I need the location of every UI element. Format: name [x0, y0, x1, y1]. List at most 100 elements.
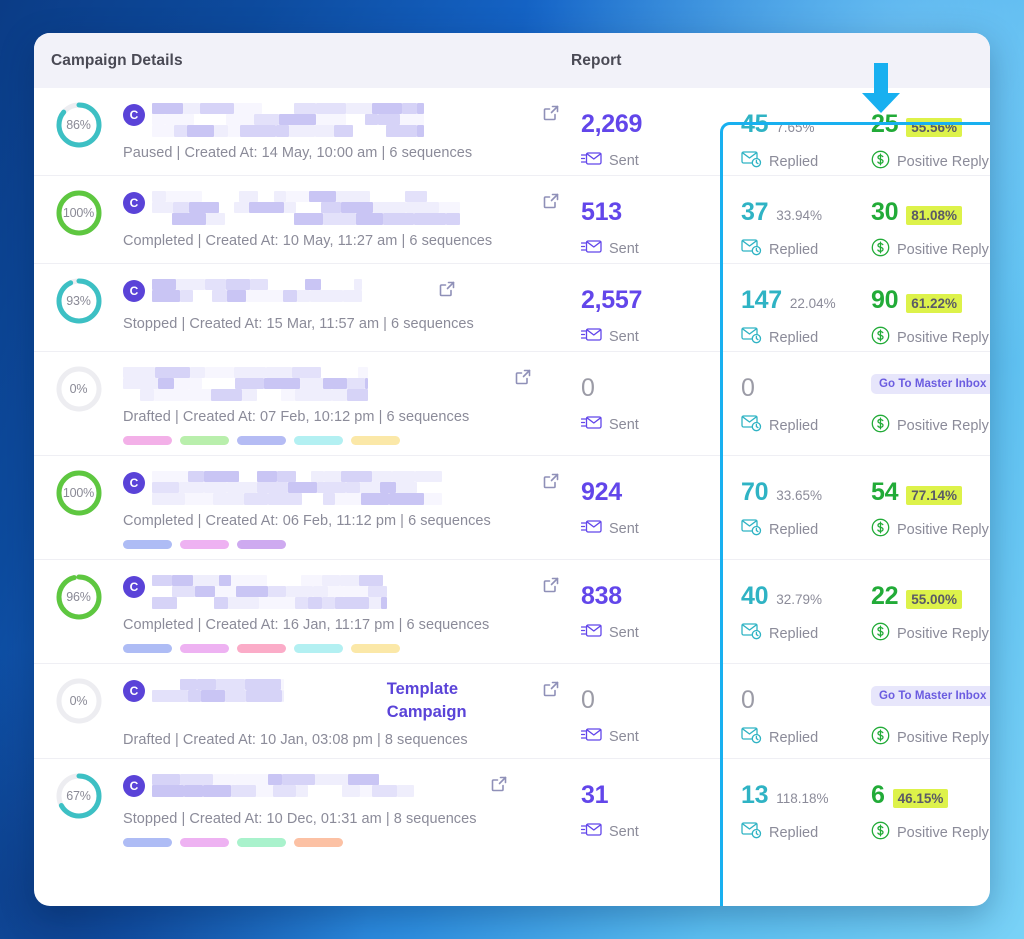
- dollar-circle-icon: [871, 622, 890, 646]
- avatar: C: [123, 280, 145, 302]
- campaign-name-line[interactable]: C: [123, 278, 581, 308]
- sent-icon: [580, 726, 602, 748]
- campaign-name-line[interactable]: C: [123, 102, 581, 137]
- sequence-pill: [351, 644, 400, 653]
- progress-ring: 0%: [54, 676, 104, 726]
- positive-value: 54: [871, 478, 899, 506]
- campaign-detail-cell: C Completed | Created At: 16 Jan, 11:17 p…: [123, 560, 581, 663]
- progress-ring-label: 0%: [69, 382, 88, 396]
- open-external-icon[interactable]: [542, 680, 560, 703]
- campaign-name-line[interactable]: C: [123, 470, 581, 505]
- campaign-name-visible[interactable]: Template Campaign: [387, 678, 521, 724]
- positive-reply-label: Positive Reply: [897, 825, 989, 841]
- table-row[interactable]: 67% C Stopped | Created At: 10 Dec, 01:31 …: [34, 759, 990, 857]
- open-external-icon[interactable]: [542, 192, 560, 215]
- dollar-circle-icon: [871, 726, 890, 750]
- sent-label: Sent: [609, 729, 639, 745]
- sent-value: 924: [581, 478, 622, 506]
- sequence-pill: [180, 540, 229, 549]
- table-row[interactable]: 100% C Completed | Created At: 06 Feb, 11:…: [34, 456, 990, 560]
- progress-ring-cell: 96%: [34, 560, 123, 622]
- sent-value: 2,557: [581, 286, 643, 314]
- stat-sent: 2,557 Sent: [580, 264, 719, 348]
- sequence-pill: [123, 540, 172, 549]
- replied-label: Replied: [769, 521, 819, 538]
- progress-ring-cell: 67%: [34, 759, 123, 821]
- replied-percent: 7.65%: [776, 120, 815, 135]
- progress-ring-label: 0%: [69, 694, 88, 708]
- progress-ring-label: 100%: [62, 486, 95, 500]
- sequence-pill: [180, 436, 229, 445]
- stat-positive-reply: 22 55.00% Positive Reply: [859, 560, 990, 646]
- open-external-icon[interactable]: [514, 368, 532, 391]
- campaign-name-line[interactable]: C Template Campaign: [123, 678, 581, 724]
- open-external-icon[interactable]: [438, 280, 456, 303]
- stat-positive-reply: 54 77.14% Positive Reply: [859, 456, 990, 542]
- stat-replied: 0 Replied: [719, 352, 859, 437]
- progress-ring-cell: 0%: [34, 664, 123, 726]
- campaign-name-redacted: [152, 574, 521, 609]
- positive-value: 22: [871, 582, 899, 610]
- sent-icon: [580, 622, 602, 644]
- sent-label: Sent: [609, 241, 639, 257]
- open-external-icon[interactable]: [542, 576, 560, 599]
- replied-value: 147: [741, 286, 782, 314]
- positive-percent: 46.15%: [892, 789, 949, 808]
- progress-ring: 100%: [54, 468, 104, 518]
- campaign-name-line[interactable]: C: [123, 574, 581, 609]
- sequence-pill: [351, 436, 400, 445]
- open-external-icon[interactable]: [542, 104, 560, 127]
- campaign-name-redacted: [152, 190, 521, 225]
- campaign-meta: Stopped | Created At: 15 Mar, 11:57 am |…: [123, 316, 474, 332]
- sequence-pill: [123, 436, 172, 445]
- progress-ring: 96%: [54, 572, 104, 622]
- header-campaign-details: Campaign Details: [51, 52, 571, 70]
- replied-label: Replied: [769, 417, 819, 434]
- replied-icon: [741, 821, 762, 844]
- positive-reply-label: Positive Reply: [897, 418, 989, 434]
- replied-percent: 33.65%: [776, 488, 823, 503]
- open-external-icon[interactable]: [490, 775, 508, 798]
- stat-sent: 0 Sent: [580, 664, 719, 748]
- progress-ring: 100%: [54, 188, 104, 238]
- table-row[interactable]: 93% C Stopped | Created At: 15 Mar, 11:57 …: [34, 264, 990, 352]
- replied-label: Replied: [769, 153, 819, 170]
- campaign-name-line[interactable]: [123, 366, 581, 401]
- sequence-pill: [237, 644, 286, 653]
- replied-label: Replied: [769, 729, 819, 746]
- dollar-circle-icon: [871, 518, 890, 542]
- table-row[interactable]: 96% C Completed | Created At: 16 Jan, 11:1…: [34, 560, 990, 664]
- progress-ring: 93%: [54, 276, 104, 326]
- positive-value: 25: [871, 110, 899, 138]
- sequence-pills: [123, 436, 581, 445]
- campaign-name-line[interactable]: C: [123, 773, 581, 803]
- open-external-icon[interactable]: [542, 472, 560, 495]
- go-to-master-inbox-button[interactable]: Go To Master Inbox: [871, 374, 990, 394]
- campaign-meta: Completed | Created At: 10 May, 11:27 am…: [123, 233, 493, 249]
- positive-percent: 55.00%: [906, 590, 963, 609]
- table-row[interactable]: 0% C Template Campaign Drafted | Created At…: [34, 664, 990, 759]
- table-row[interactable]: 86% C Paused | Created At: 14 May, 10:00 a…: [34, 88, 990, 176]
- avatar: C: [123, 192, 145, 214]
- sent-value: 31: [581, 781, 609, 809]
- campaign-name-line[interactable]: C: [123, 190, 581, 225]
- replied-percent: 118.18%: [776, 791, 829, 806]
- sent-label: Sent: [609, 824, 639, 840]
- sequence-pills: [123, 838, 581, 847]
- table-row[interactable]: 0% Drafted | Created At: 07 Feb, 10:12 pm…: [34, 352, 990, 456]
- table-header: Campaign Details Report: [34, 33, 990, 113]
- replied-icon: [741, 238, 762, 261]
- progress-ring-label: 93%: [66, 294, 91, 308]
- replied-label: Replied: [769, 824, 819, 841]
- replied-label: Replied: [769, 329, 819, 346]
- replied-label: Replied: [769, 625, 819, 642]
- dollar-circle-icon: [871, 326, 890, 350]
- stat-replied: 37 33.94% Replied: [719, 176, 859, 261]
- sequence-pill: [237, 540, 286, 549]
- replied-icon: [741, 726, 762, 749]
- sent-value: 838: [581, 582, 622, 610]
- sequence-pill: [180, 644, 229, 653]
- table-row[interactable]: 100% C Completed | Created At: 10 May, 11:…: [34, 176, 990, 264]
- positive-value: 90: [871, 286, 899, 314]
- go-to-master-inbox-button[interactable]: Go To Master Inbox: [871, 686, 990, 706]
